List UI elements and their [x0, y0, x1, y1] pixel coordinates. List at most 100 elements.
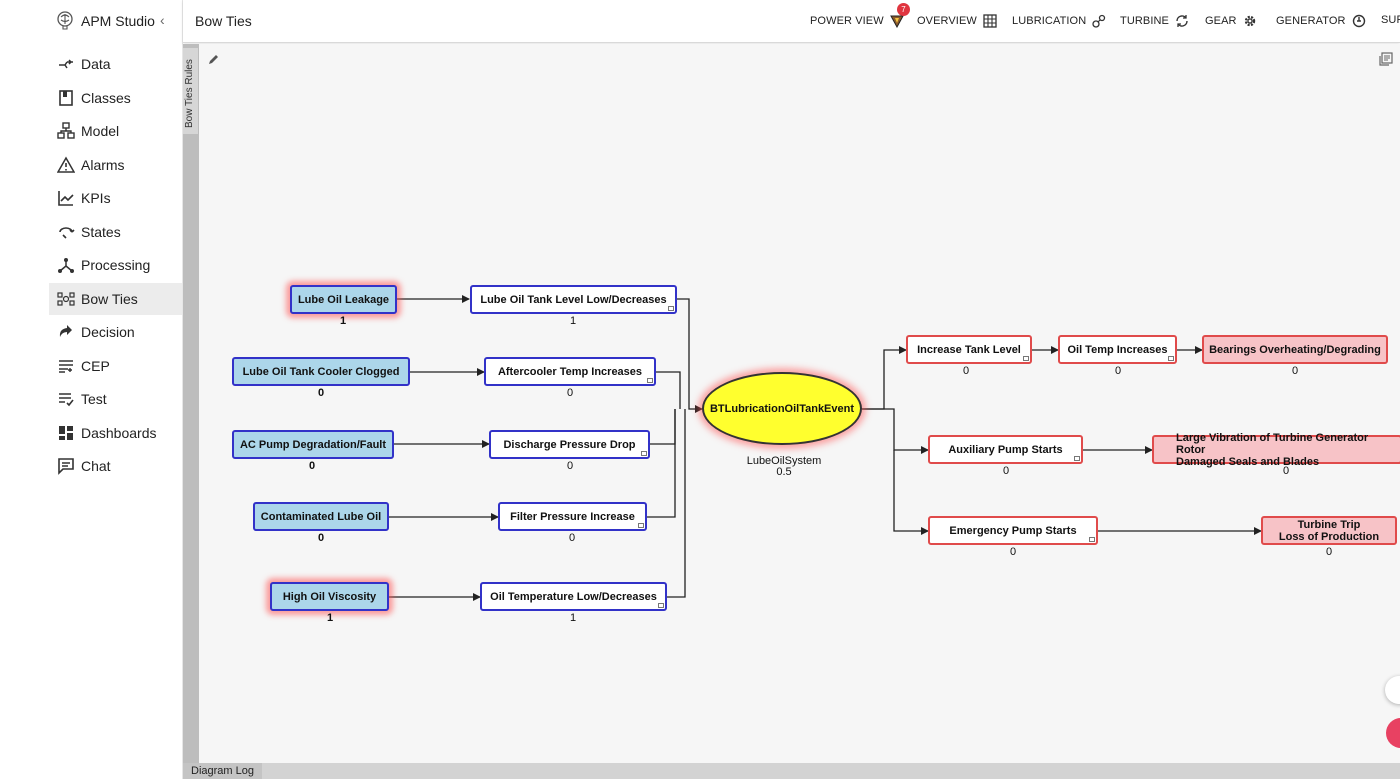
outcome-value: 0 — [1292, 365, 1299, 377]
expand-corner-icon — [647, 378, 653, 383]
dashboard-grid-icon — [59, 426, 73, 440]
bow-ties-rules-tab[interactable]: Bow Ties Rules — [183, 44, 199, 763]
barrier-node[interactable]: Oil Temperature Low/Decreases — [480, 582, 667, 611]
chevron-left-icon[interactable]: ‹ — [160, 12, 165, 28]
top-event[interactable]: BTLubricationOilTankEvent — [702, 372, 862, 445]
event-label: BTLubricationOilTankEvent — [709, 402, 855, 415]
node-label: Oil Temperature Low/Decreases — [490, 590, 657, 603]
cause-node[interactable]: Lube Oil Leakage — [290, 285, 397, 314]
brand[interactable]: APM Studio — [55, 10, 155, 32]
cause-value: 0 — [318, 532, 325, 544]
node-label: Filter Pressure Increase — [510, 510, 635, 523]
sidebar-item-label: Decision — [81, 324, 135, 340]
bowtie-icon — [57, 292, 75, 306]
sidebar-item-label: Test — [81, 391, 107, 407]
sidebar-item-label: Classes — [81, 90, 131, 106]
sidebar-item-label: Model — [81, 123, 120, 139]
barrier-value: 1 — [570, 315, 577, 327]
outcome-node[interactable]: Bearings Overheating/Degrading — [1202, 335, 1388, 364]
sidebar-item-bow-ties[interactable]: Bow Ties — [49, 283, 182, 315]
gear-icon — [1244, 15, 1255, 27]
sidebar-item-label: Dashboards — [81, 425, 157, 441]
hierarchy-icon — [57, 122, 75, 139]
sidebar-item-label: Data — [81, 56, 111, 72]
barrier-node[interactable]: Filter Pressure Increase — [498, 502, 647, 531]
barrier-node[interactable]: Aftercooler Temp Increases — [484, 357, 656, 386]
cep-icon — [59, 360, 73, 373]
expand-corner-icon — [1089, 537, 1095, 542]
sidebar-item-decision[interactable]: Decision — [49, 316, 182, 348]
nav-gear[interactable]: GEAR — [1205, 14, 1257, 28]
outcome-node[interactable]: Turbine Trip Loss of Production — [1261, 516, 1397, 545]
cause-node[interactable]: Contaminated Lube Oil — [253, 502, 389, 531]
cause-value: 1 — [340, 315, 347, 327]
sidebar-item-kpis[interactable]: KPIs — [49, 182, 182, 214]
cause-value: 1 — [327, 612, 334, 624]
nav-generator[interactable]: GENERATOR — [1276, 14, 1366, 28]
sidebar-item-label: States — [81, 224, 121, 240]
expand-corner-icon — [641, 451, 647, 456]
node-label: Auxiliary Pump Starts — [948, 443, 1063, 456]
side-tab-label: Bow Ties Rules — [184, 59, 195, 128]
tab-diagram-log[interactable]: Diagram Log — [183, 763, 262, 779]
barrier-value: 0 — [567, 387, 574, 399]
node-label: Lube Oil Tank Cooler Clogged — [242, 365, 400, 378]
sidebar-item-cep[interactable]: CEP — [49, 350, 182, 382]
sidebar-item-label: Alarms — [81, 157, 125, 173]
sidebar-item-test[interactable]: Test — [49, 383, 182, 415]
cause-node[interactable]: High Oil Viscosity — [270, 582, 389, 611]
barrier-value: 0 — [569, 532, 576, 544]
node-label: Turbine Trip Loss of Production — [1278, 518, 1380, 543]
node-label: Bearings Overheating/Degrading — [1209, 343, 1381, 356]
consequence-node[interactable]: Oil Temp Increases — [1058, 335, 1177, 364]
cause-value: 0 — [318, 387, 325, 399]
expand-corner-icon — [638, 523, 644, 528]
expand-corner-icon — [668, 306, 674, 311]
barrier-node[interactable]: Lube Oil Tank Level Low/Decreases — [470, 285, 677, 314]
brain-logo-icon — [57, 11, 73, 30]
node-label: Contaminated Lube Oil — [260, 510, 382, 523]
event-value: 0.5 — [776, 466, 792, 478]
sidebar-item-processing[interactable]: Processing — [49, 249, 182, 281]
sidebar-item-dashboards[interactable]: Dashboards — [49, 417, 182, 449]
nav-label: POWER VIEW — [810, 15, 884, 27]
consequence-node[interactable]: Auxiliary Pump Starts — [928, 435, 1083, 464]
chat-icon — [58, 458, 74, 475]
node-label: AC Pump Degradation/Fault — [239, 438, 387, 451]
rotate-icon — [1176, 15, 1188, 27]
sidebar-item-alarms[interactable]: Alarms — [49, 149, 182, 181]
consequence-node[interactable]: Emergency Pump Starts — [928, 516, 1098, 545]
consequence-node[interactable]: Increase Tank Level — [906, 335, 1032, 364]
expand-corner-icon — [1074, 456, 1080, 461]
outcome-value: 0 — [1283, 465, 1290, 477]
sidebar-item-label: Chat — [81, 458, 111, 474]
page-title: Bow Ties — [195, 13, 252, 29]
sidebar-item-states[interactable]: States — [49, 216, 182, 248]
outcome-node[interactable]: Large Vibration of Turbine Generator Rot… — [1152, 432, 1400, 468]
barrier-node[interactable]: Discharge Pressure Drop — [489, 430, 650, 459]
decision-icon — [59, 325, 72, 337]
sidebar-item-data[interactable]: Data — [49, 48, 182, 80]
sidebar-item-label: Processing — [81, 257, 151, 273]
trend-chart-icon — [58, 191, 74, 206]
nav-lubrication[interactable]: LUBRICATION — [1012, 14, 1106, 28]
diagram-canvas[interactable]: Lube Oil Leakage 1 Lube Oil Tank Cooler … — [199, 44, 1400, 763]
expand-corner-icon — [1023, 356, 1029, 361]
nav-label: OVERVIEW — [917, 15, 977, 27]
expand-corner-icon — [658, 603, 664, 608]
nav-power-view[interactable]: POWER VIEW — [810, 14, 904, 28]
cause-node[interactable]: Lube Oil Tank Cooler Clogged — [232, 357, 410, 386]
cause-node[interactable]: AC Pump Degradation/Fault — [232, 430, 394, 459]
app-root: APM Studio ‹ Data Classes Model Alarms K… — [0, 0, 1400, 779]
sidebar-item-chat[interactable]: Chat — [49, 450, 182, 482]
nav-turbine[interactable]: TURBINE — [1120, 14, 1189, 28]
nav-overview[interactable]: OVERVIEW — [917, 14, 997, 28]
expand-corner-icon — [1168, 356, 1174, 361]
cycle-icon — [59, 227, 75, 239]
sidebar-item-classes[interactable]: Classes — [49, 82, 182, 114]
consequence-value: 0 — [963, 365, 970, 377]
sidebar-item-model[interactable]: Model — [49, 115, 182, 147]
sidebar-item-label: CEP — [81, 358, 110, 374]
cause-value: 0 — [309, 460, 316, 472]
nav-sup[interactable]: SUP — [1381, 14, 1400, 26]
